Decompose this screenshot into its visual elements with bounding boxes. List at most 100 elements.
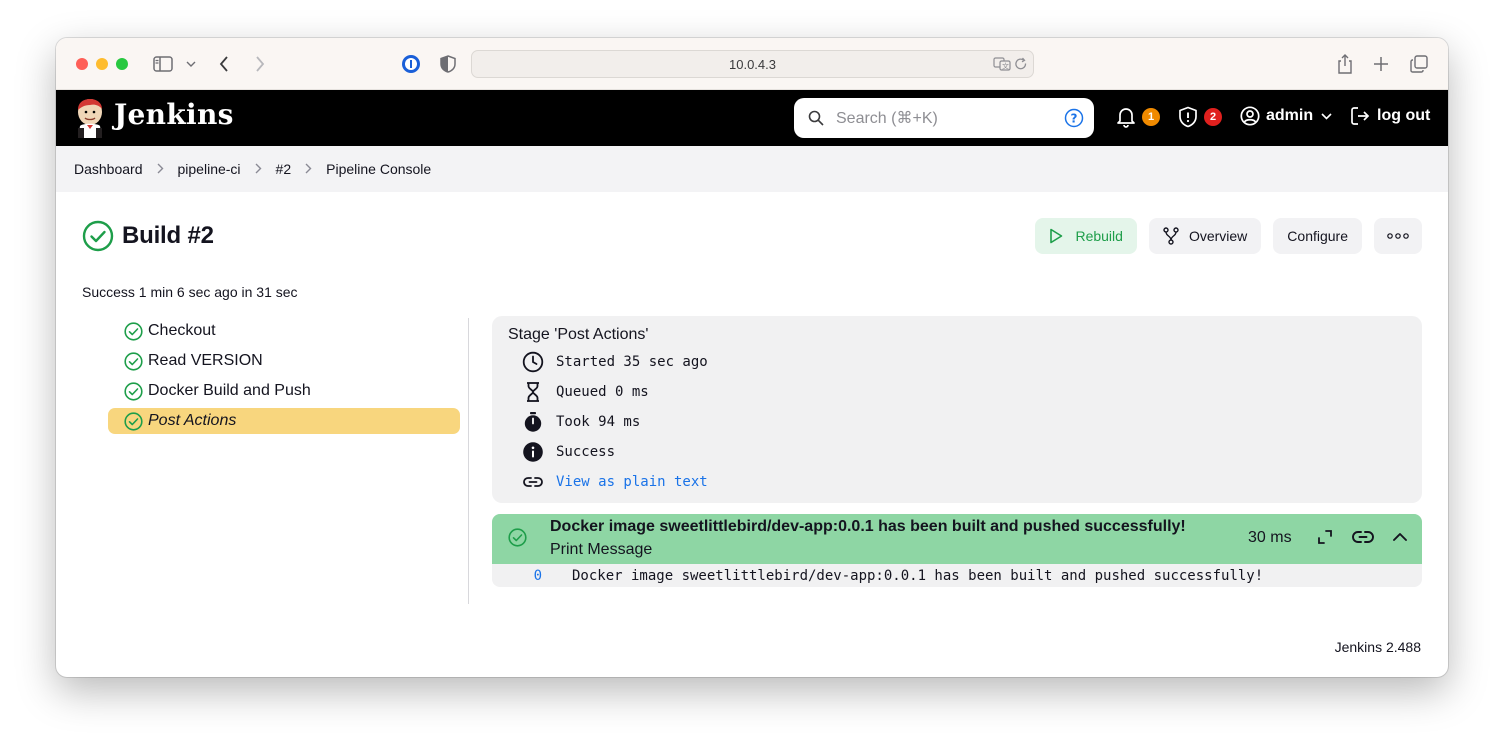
stage-item-checkout[interactable]: Checkout	[108, 318, 460, 344]
url-text: 10.0.4.3	[729, 56, 776, 72]
sidebar-toggle-icon[interactable]	[152, 52, 174, 76]
minimize-window-button[interactable]	[96, 58, 108, 70]
hourglass-icon	[522, 381, 544, 403]
log-line: 0 Docker image sweetlittlebird/dev-app:0…	[492, 564, 1422, 587]
stage-queued-row: Queued 0 ms	[522, 381, 649, 403]
build-title: Build #2	[122, 222, 214, 249]
browser-window: 10.0.4.3 文 Jenkins Search (⌘+K) ? 1 2 ad…	[56, 38, 1448, 677]
translate-icon[interactable]: 文	[993, 57, 1011, 74]
stage-label: Checkout	[148, 322, 216, 339]
user-name: admin	[1266, 107, 1314, 124]
logout-button[interactable]: log out	[1350, 106, 1430, 126]
notifications-button[interactable]: 1	[1116, 106, 1160, 128]
stage-label: Post Actions	[148, 412, 237, 429]
search-box[interactable]: Search (⌘+K) ?	[794, 98, 1094, 138]
zoom-window-button[interactable]	[116, 58, 128, 70]
build-actions: Rebuild Overview Configure	[1035, 218, 1422, 254]
configure-button[interactable]: Configure	[1273, 218, 1362, 254]
step-title: Docker image sweetlittlebird/dev-app:0.0…	[550, 518, 1186, 535]
build-status-summary: Success 1 min 6 sec ago in 31 sec	[82, 284, 298, 300]
breadcrumb-job[interactable]: pipeline-ci	[178, 161, 241, 177]
search-placeholder: Search (⌘+K)	[836, 110, 938, 127]
jenkins-logo-icon[interactable]	[74, 98, 106, 143]
more-icon	[1387, 233, 1409, 239]
info-icon	[522, 441, 544, 463]
success-icon	[124, 381, 143, 401]
stage-started-row: Started 35 sec ago	[522, 351, 708, 373]
security-badge: 2	[1204, 108, 1222, 126]
stopwatch-icon	[522, 411, 544, 433]
success-icon	[508, 528, 527, 552]
stage-item-post-actions[interactable]: Post Actions	[108, 408, 460, 434]
stage-details-title: Stage 'Post Actions'	[508, 326, 649, 343]
stage-duration-row: Took 94 ms	[522, 411, 640, 433]
overview-label: Overview	[1188, 228, 1248, 244]
configure-label: Configure	[1287, 228, 1348, 244]
app-title[interactable]: Jenkins	[114, 98, 234, 131]
chevron-down-icon	[1321, 112, 1332, 120]
panel-divider	[468, 318, 469, 604]
browser-titlebar: 10.0.4.3 文	[56, 38, 1448, 90]
stage-started: Started 35 sec ago	[556, 354, 708, 370]
link-icon[interactable]	[1352, 528, 1374, 551]
close-window-button[interactable]	[76, 58, 88, 70]
jenkins-version[interactable]: Jenkins 2.488	[1335, 639, 1421, 655]
back-icon[interactable]	[216, 52, 232, 76]
address-bar[interactable]: 10.0.4.3 文	[471, 50, 1034, 78]
stage-item-read-version[interactable]: Read VERSION	[108, 348, 460, 374]
success-icon	[124, 351, 143, 371]
stage-list: Checkout Read VERSION Docker Build and P…	[108, 318, 460, 438]
link-icon	[522, 471, 544, 493]
tab-overview-icon[interactable]	[1409, 52, 1429, 76]
share-icon[interactable]	[1336, 52, 1354, 76]
breadcrumb-dashboard[interactable]: Dashboard	[74, 161, 143, 177]
plain-text-row: View as plain text	[522, 471, 708, 493]
notifications-badge: 1	[1142, 108, 1160, 126]
breadcrumb: Dashboard pipeline-ci #2 Pipeline Consol…	[56, 146, 1448, 192]
reload-icon[interactable]	[1014, 57, 1028, 74]
play-icon	[1049, 228, 1063, 244]
breadcrumb-build[interactable]: #2	[276, 161, 292, 177]
rebuild-button[interactable]: Rebuild	[1035, 218, 1137, 254]
rebuild-label: Rebuild	[1075, 228, 1123, 244]
chevron-up-icon[interactable]	[1392, 528, 1408, 551]
success-icon	[124, 411, 143, 431]
stage-label: Docker Build and Push	[148, 382, 311, 399]
clock-icon	[522, 351, 544, 373]
view-plain-text-link[interactable]: View as plain text	[556, 474, 708, 490]
svg-text:文: 文	[1002, 62, 1009, 71]
more-actions-button[interactable]	[1374, 218, 1422, 254]
security-button[interactable]: 2	[1178, 106, 1222, 128]
step-subtitle: Print Message	[550, 541, 653, 558]
page-title: Build #2	[82, 220, 214, 252]
stage-took: Took 94 ms	[556, 414, 641, 430]
chevron-right-icon	[255, 162, 262, 177]
stage-queued: Queued 0 ms	[556, 384, 649, 400]
shield-alert-icon	[1178, 106, 1198, 128]
overview-button[interactable]: Overview	[1148, 218, 1262, 254]
success-icon	[124, 321, 143, 341]
step-header[interactable]: Docker image sweetlittlebird/dev-app:0.0…	[492, 514, 1422, 564]
log-line-number[interactable]: 0	[492, 568, 542, 584]
bell-icon	[1116, 106, 1136, 128]
svg-text:?: ?	[1071, 112, 1078, 126]
logout-label: log out	[1377, 107, 1431, 124]
forward-icon[interactable]	[252, 52, 268, 76]
privacy-shield-icon[interactable]	[438, 52, 458, 76]
user-menu[interactable]: admin	[1240, 106, 1332, 126]
new-tab-icon[interactable]	[1372, 52, 1390, 76]
jenkins-header: Jenkins Search (⌘+K) ? 1 2 admin log out	[56, 90, 1448, 146]
help-icon[interactable]: ?	[1064, 108, 1084, 128]
branch-icon	[1163, 227, 1179, 245]
log-line-text: Docker image sweetlittlebird/dev-app:0.0…	[572, 567, 1264, 584]
search-icon	[808, 110, 824, 126]
stage-details-panel: Stage 'Post Actions' Started 35 sec ago …	[492, 316, 1422, 503]
password-manager-icon[interactable]	[400, 52, 422, 76]
breadcrumb-pipeline-console[interactable]: Pipeline Console	[326, 161, 431, 177]
chevron-down-icon[interactable]	[184, 52, 198, 76]
stage-status-row: Success	[522, 441, 615, 463]
step-duration: 30 ms	[1248, 529, 1292, 546]
chevron-right-icon	[157, 162, 164, 177]
expand-icon[interactable]	[1316, 528, 1334, 551]
stage-item-docker-build-and-push[interactable]: Docker Build and Push	[108, 378, 460, 404]
